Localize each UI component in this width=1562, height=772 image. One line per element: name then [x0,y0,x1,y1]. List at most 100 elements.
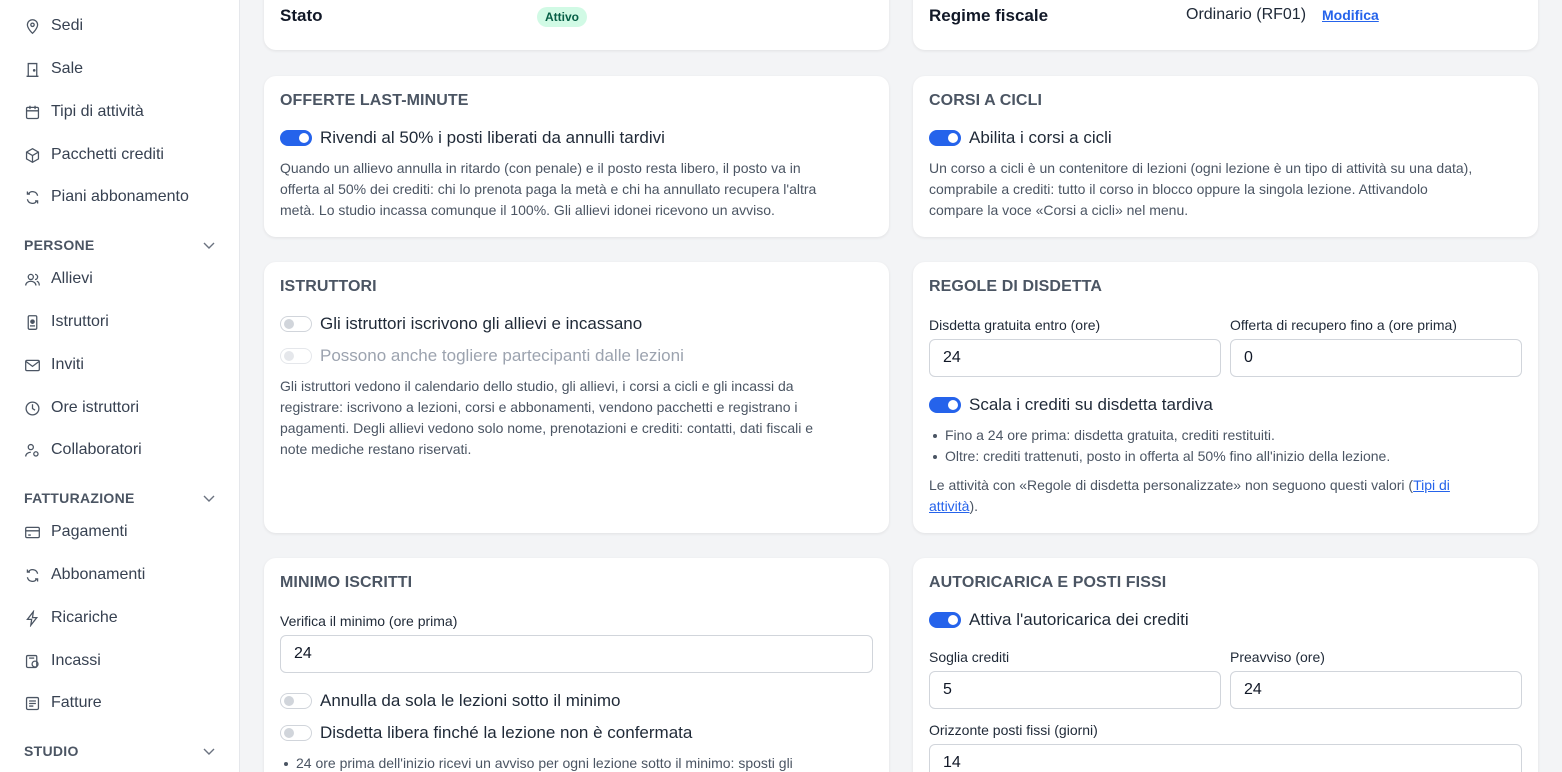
sidebar-item-label: Tipi di attività [51,103,144,120]
sidebar-item-label: Pacchetti crediti [51,146,164,163]
last-minute-toggle[interactable] [280,130,312,146]
free-cancellation-hours-input[interactable]: 24 [929,339,1221,377]
sidebar-item-allievi[interactable]: Allievi [24,264,93,294]
cancellation-rules-list: Fino a 24 ore prima: disdetta gratuita, … [929,425,1390,467]
card-title: REGOLE DI DISDETTA [929,278,1103,295]
sidebar-item-sedi[interactable]: Sedi [24,11,83,41]
free-cancel-unconfirmed-toggle[interactable] [280,725,312,741]
edit-tax-regime-link[interactable]: Modifica [1322,7,1379,23]
section-label: STUDIO [24,743,79,759]
toggle-label: Rivendi al 50% i posti liberati da annul… [320,128,665,147]
clock-icon [24,400,41,417]
card-title: ISTRUTTORI [280,278,377,295]
sidebar-item-incassi[interactable]: Incassi [24,646,101,676]
cash-register-icon [24,653,41,670]
toggle-label: Scala i crediti su disdetta tardiva [969,395,1213,414]
list-item: Oltre: crediti trattenuti, posto in offe… [929,446,1390,467]
sidebar-item-label: Abbonamenti [51,566,146,583]
minimum-check-hours-input[interactable]: 24 [280,635,873,673]
sidebar-item-label: Collaboratori [51,441,142,458]
desc-line: registrare: iscrivono a lezioni, corsi e… [280,399,798,415]
tax-regime-label: Regime fiscale [929,6,1049,25]
sidebar-item-label: Allievi [51,270,93,287]
autorecharge-toggle[interactable] [929,612,961,628]
sidebar-item-abbonamenti[interactable]: Abbonamenti [24,560,145,590]
sidebar-section-persone[interactable]: PERSONE [24,235,216,255]
cycles-toggle-row[interactable]: Abilita i corsi a cicli [929,128,1112,148]
user-cog-icon [24,442,41,459]
cancellation-note: Le attività con «Regole di disdetta pers… [929,475,1519,517]
credit-threshold-input[interactable]: 5 [929,671,1221,709]
sidebar-item-label: Istruttori [51,313,109,330]
fixed-seats-horizon-label: Orizzonte posti fissi (giorni) [929,722,1098,738]
autorecharge-toggle-row[interactable]: Attiva l'autoricarica dei crediti [929,610,1189,630]
sidebar-item-pacchetti-crediti[interactable]: Pacchetti crediti [24,140,164,170]
auto-cancel-toggle-row[interactable]: Annulla da sola le lezioni sotto il mini… [280,691,621,711]
section-label: FATTURAZIONE [24,490,135,506]
sidebar-item-sale[interactable]: Sale [24,54,83,84]
card-title: OFFERTE LAST-MINUTE [280,92,469,109]
recovery-offer-hours-input[interactable]: 0 [1230,339,1522,377]
chevron-down-icon [202,238,216,252]
credit-card-icon [24,524,41,541]
instructors-enroll-toggle-row[interactable]: Gli istruttori iscrivono gli allievi e i… [280,314,642,334]
link-text: Tipi di [1413,477,1450,493]
users-icon [24,271,41,288]
sidebar-item-istruttori[interactable]: Istruttori [24,307,109,337]
map-pin-icon [24,18,41,35]
sidebar-section-studio[interactable]: STUDIO [24,741,216,761]
desc-line: Gli istruttori vedono il calendario dell… [280,378,794,394]
sidebar-item-piani-abbonamento[interactable]: Piani abbonamento [24,182,189,212]
sidebar-item-collaboratori[interactable]: Collaboratori [24,435,142,465]
sidebar-item-label: Sedi [51,17,84,34]
list-item: Fino a 24 ore prima: disdetta gratuita, … [929,425,1390,446]
cycles-toggle[interactable] [929,130,961,146]
sidebar-section-fatturazione[interactable]: FATTURAZIONE [24,488,216,508]
tax-regime-value: Ordinario (RF01) [1186,6,1307,23]
package-icon [24,147,41,164]
status-label: Stato [280,6,323,25]
sidebar-item-fatture[interactable]: Fatture [24,688,102,718]
instructors-card: ISTRUTTORI Gli istruttori iscrivono gli … [264,262,889,533]
desc-line: compare la voce «Corsi a cicli» nel menu… [929,202,1189,218]
last-minute-description: Quando un allievo annulla in ritardo (co… [280,158,816,221]
chevron-down-icon [202,744,216,758]
late-cancel-credits-toggle[interactable] [929,397,961,413]
sidebar-item-inviti[interactable]: Inviti [24,350,84,380]
sidebar-item-ore-istruttori[interactable]: Ore istruttori [24,393,139,423]
refresh-icon [24,189,41,206]
cycles-description: Un corso a cicli è un contenitore di lez… [929,158,1472,221]
tax-regime-card: Regime fiscale Ordinario (RF01) Modifica [913,0,1538,50]
sidebar-item-ricariche[interactable]: Ricariche [24,603,118,633]
instructors-remove-toggle-row[interactable]: Possono anche togliere partecipanti dall… [280,346,684,366]
sidebar-item-label: Incassi [51,652,101,669]
instructors-description: Gli istruttori vedono il calendario dell… [280,376,813,460]
card-title: AUTORICARICA E POSTI FISSI [929,574,1167,591]
free-cancellation-label: Disdetta gratuita entro (ore) [929,317,1101,333]
calendar-icon [24,104,41,121]
instructors-enroll-toggle[interactable] [280,316,312,332]
desc-line: note mediche restano riservati. [280,441,472,457]
recovery-offer-label: Offerta di recupero fino a (ore prima) [1230,317,1457,333]
free-cancel-unconfirmed-toggle-row[interactable]: Disdetta libera finché la lezione non è … [280,723,692,743]
last-minute-toggle-row[interactable]: Rivendi al 50% i posti liberati da annul… [280,128,665,148]
autorecharge-card: AUTORICARICA E POSTI FISSI Attiva l'auto… [913,558,1538,772]
notice-hours-input[interactable]: 24 [1230,671,1522,709]
auto-cancel-toggle[interactable] [280,693,312,709]
cycles-card: CORSI A CICLI Abilita i corsi a cicli Un… [913,76,1538,237]
minimum-check-label: Verifica il minimo (ore prima) [280,613,458,629]
desc-line: metà. Lo studio incassa comunque il 100%… [280,202,775,218]
instructors-remove-toggle[interactable] [280,348,312,364]
lightning-icon [24,609,41,627]
sidebar-item-pagamenti[interactable]: Pagamenti [24,517,128,547]
chevron-down-icon [202,491,216,505]
desc-line: Quando un allievo annulla in ritardo (co… [280,160,801,176]
minimum-rules-list: 24 ore prima dell'inizio ricevi un avvis… [280,753,793,772]
sidebar-item-label: Ricariche [51,609,118,626]
note-text: ). [969,498,979,514]
toggle-label: Annulla da sola le lezioni sotto il mini… [320,691,621,710]
late-cancel-credits-toggle-row[interactable]: Scala i crediti su disdetta tardiva [929,395,1213,415]
desc-line: offerta al 50% dei crediti: chi lo preno… [280,181,817,197]
sidebar-item-tipi-attivita[interactable]: Tipi di attività [24,97,144,127]
fixed-seats-horizon-input[interactable]: 14 [929,744,1522,772]
